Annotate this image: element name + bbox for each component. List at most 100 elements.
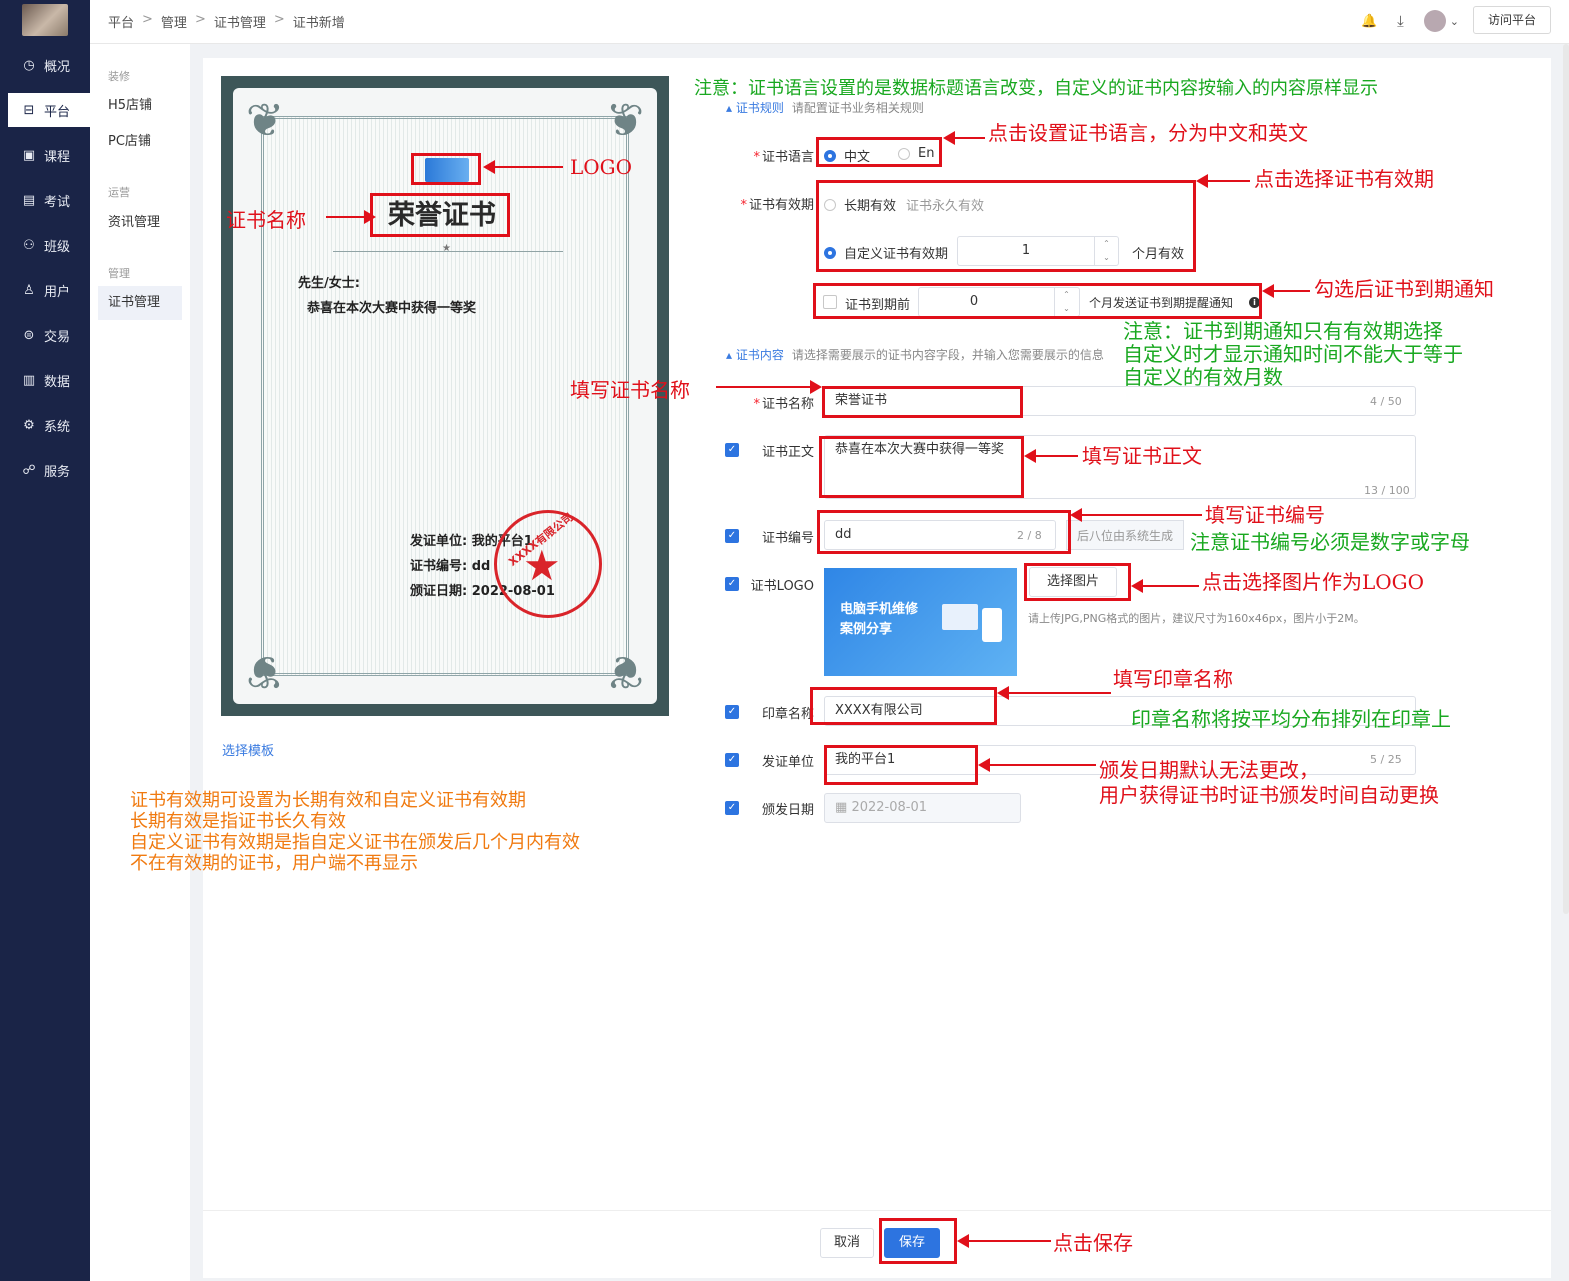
annotation-fill-body: 填写证书正文 [1082,444,1202,468]
date-label: 颁发日期 [761,803,814,818]
cancel-button[interactable]: 取消 [820,1228,874,1258]
annotation-arrow [957,1234,1051,1248]
dashboard-icon: ◷ [23,57,35,73]
annotation-box [879,1218,957,1264]
issuer-label: 发证单位 [761,755,814,770]
annotation-arrow [978,758,1096,772]
certificate-seal: XXXX有限公司 ★ [494,510,602,618]
language-label: * 证书语言 [753,150,814,165]
certificate-recipient: 先生/女士: [298,276,360,291]
nav-item-data[interactable]: ▥ 数据 [8,363,90,397]
nav-label: 服务 [44,464,71,480]
nav-label: 平台 [44,104,71,120]
cert-name-count: 4 / 50 [1370,395,1402,408]
monitor-icon [942,604,978,630]
validity-label: * 证书有效期 [740,198,814,213]
nav-item-user[interactable]: ♙ 用户 [8,273,90,307]
subnav-item-certificate[interactable]: 证书管理 [98,286,182,320]
nav-label: 考试 [44,194,71,210]
main-sidebar: ◷ 概况 ⊟ 平台 ▣ 课程 ▤ 考试 ⚇ 班级 ♙ 用户 ⊜ 交易 ▥ 数据 ⚙ 系统 ☍ 服务 [0,0,90,1281]
calendar-icon: ▦ [835,800,848,815]
annotation-arrow [997,686,1111,700]
visit-platform-button[interactable]: 访问平台 [1473,6,1551,34]
nav-item-system[interactable]: ⚙ 系统 [8,408,90,442]
ornament-icon: ❦ [605,645,645,699]
annotation-arrow [943,131,985,145]
annotation-box [1024,563,1131,601]
star-icon: ★ [442,243,451,254]
header-icons: 🔔 ⤓ ⌄ [1361,10,1459,32]
issue-date-input: ▦ 2022-08-01 [824,793,1021,823]
annotation-arrow [483,160,563,174]
breadcrumb-sep: > [142,12,153,27]
app-root: ◷ 概况 ⊟ 平台 ▣ 课程 ▤ 考试 ⚇ 班级 ♙ 用户 ⊜ 交易 ▥ 数据 ⚙ 系统 ☍ 服务 … [0,0,1569,1281]
subnav-item-news[interactable]: 资讯管理 [98,206,182,240]
subnav-item-pc[interactable]: PC店铺 [98,125,182,159]
nav-label: 概况 [44,59,71,75]
breadcrumb-item[interactable]: 管理 [161,12,187,31]
nav-label: 系统 [44,419,71,435]
service-icon: ☍ [22,462,36,478]
cert-logo-label: 证书LOGO [750,579,814,594]
chevron-down-icon: ⌄ [1449,14,1459,28]
annotation-fill-seal: 填写印章名称 [1113,667,1233,691]
class-icon: ⚇ [23,237,35,253]
content-section-header[interactable]: ▴ 证书内容 请选择需要展示的证书内容字段，并输入您需要展示的信息 [726,346,1104,363]
sub-sidebar: 装修 H5店铺 PC店铺 运营 资讯管理 管理 证书管理 [90,44,190,1281]
breadcrumb-item[interactable]: 平台 [108,12,134,31]
subnav-group-title: 管理 [108,267,130,280]
annotation-box [816,180,1196,272]
nav-item-overview[interactable]: ◷ 概况 [8,48,90,82]
breadcrumb: 平台 > 管理 > 证书管理 > 证书新增 [108,12,345,31]
logo-preview-image: 电脑手机维修 案例分享 [824,568,1017,676]
certificate-number: 证书编号: dd [410,559,491,574]
logo-image-text: 案例分享 [840,622,893,637]
nav-item-class[interactable]: ⚇ 班级 [8,228,90,262]
rules-section-header[interactable]: ▴ 证书规则 请配置证书业务相关规则 [726,99,924,116]
course-icon: ▣ [22,147,36,163]
seal-label: 印章名称 [761,707,814,722]
nav-item-trade[interactable]: ⊜ 交易 [8,318,90,352]
annotation-notice: 勾选后证书到期通知 [1314,277,1494,301]
nav-item-exam[interactable]: ▤ 考试 [8,183,90,217]
user-icon: ♙ [23,282,35,298]
annotation-fill-number: 填写证书编号 [1205,503,1325,527]
breadcrumb-item[interactable]: 证书管理 [214,12,266,31]
user-menu[interactable]: ⌄ [1423,10,1459,32]
annotation-fill-name: 填写证书名称 [570,378,690,402]
choose-template-link[interactable]: 选择模板 [222,740,274,759]
annotation-top-note: 注意：证书语言设置的是数据标题语言改变，自定义的证书内容按输入的内容原样显示 [694,78,1378,99]
nav-label: 用户 [44,284,71,300]
annotation-arrow [1262,284,1310,298]
app-logo[interactable] [22,4,68,36]
system-icon: ⚙ [23,417,35,433]
nav-item-platform[interactable]: ⊟ 平台 [8,93,90,127]
annotation-box [810,687,997,725]
store-icon: ⊟ [23,102,35,118]
nav-item-course[interactable]: ▣ 课程 [8,138,90,172]
breadcrumb-current: 证书新增 [292,16,345,31]
logo-image-text: 电脑手机维修 [840,602,919,617]
nav-item-service[interactable]: ☍ 服务 [8,453,90,487]
download-icon[interactable]: ⤓ [1397,12,1404,30]
subnav-item-h5[interactable]: H5店铺 [98,89,182,123]
label-text: 证书有效期 [748,198,814,213]
annotation-date-note: 颁发日期默认无法更改， 用户获得证书时证书颁发时间自动更换 [1099,758,1439,807]
annotation-validity-note: 证书有效期可设置为长期有效和自定义证书有效期 长期有效是指证书长久有效 自定义证… [130,790,580,874]
logo-upload-hint: 请上传JPG,PNG格式的图片，建议尺寸为160x46px，图片小于2M。 [1028,612,1365,625]
page-scrollbar[interactable] [1563,44,1569,914]
breadcrumb-sep: > [273,12,285,27]
cert-body-count: 13 / 100 [1364,484,1410,497]
annotation-arrow [716,380,822,394]
certificate-body: 恭喜在本次大赛中获得一等奖 [307,301,477,316]
subnav-group-title: 装修 [108,70,130,83]
footer-divider [203,1210,1551,1211]
annotation-save: 点击保存 [1053,1231,1133,1255]
section-title: 证书内容 [735,348,784,362]
annotation-notice-note: 注意：证书到期通知只有有效期选择 自定义时才显示通知时间不能大于等于 自定义的有… [1123,319,1463,389]
annotation-logo: LOGO [570,155,633,179]
bell-icon[interactable]: 🔔 [1361,14,1377,29]
cert-number-label: 证书编号 [761,531,814,546]
label-text: 证书语言 [761,150,814,165]
data-icon: ▥ [22,372,36,388]
